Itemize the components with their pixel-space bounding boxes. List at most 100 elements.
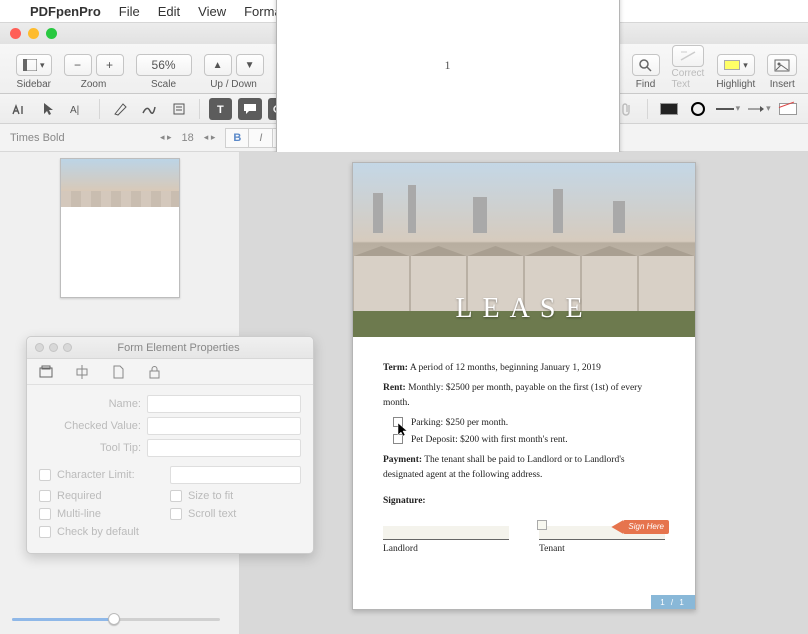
- sign-here-arrow-icon: [611, 520, 623, 534]
- parking-text: Parking: $250 per month.: [411, 416, 508, 430]
- sidebar-label: Sidebar: [17, 79, 51, 90]
- rent-label: Rent:: [383, 383, 406, 393]
- svg-text:T: T: [217, 104, 224, 115]
- panel-charlimit-input[interactable]: [170, 466, 301, 484]
- stroke-style[interactable]: ▾: [716, 98, 741, 120]
- scribble-icon: [142, 103, 156, 115]
- properties-tab-icon: [39, 365, 53, 379]
- panel-name-label: Name:: [39, 398, 147, 410]
- panel-sizetofit-label: Size to fit: [188, 490, 233, 502]
- tenant-label: Tenant: [539, 542, 665, 556]
- app-menu[interactable]: PDFpenPro: [30, 4, 101, 19]
- panel-close-button[interactable]: [35, 343, 44, 352]
- updown-label: Up / Down: [210, 79, 257, 90]
- panel-tab-lock[interactable]: [145, 363, 163, 381]
- edit-tool[interactable]: [8, 98, 31, 120]
- menu-view[interactable]: View: [198, 4, 226, 19]
- panel-checked-input[interactable]: [147, 417, 301, 435]
- paperclip-icon: [621, 102, 632, 116]
- panel-required-label: Required: [57, 490, 102, 502]
- pet-text: Pet Deposit: $200 with first month's ren…: [411, 433, 568, 447]
- fill-swatch-icon: [779, 103, 797, 115]
- find-button[interactable]: [632, 54, 660, 76]
- select-tool[interactable]: [37, 98, 60, 120]
- highlight-color-button[interactable]: ▾: [717, 54, 755, 76]
- page-number-badge: 1 / 1: [651, 595, 695, 609]
- panel-tab-document[interactable]: [109, 363, 127, 381]
- panel-checkbydefault-label: Check by default: [57, 526, 139, 538]
- stroke-width[interactable]: [686, 98, 709, 120]
- rent-text: Monthly: $2500 per month, payable on the…: [383, 383, 642, 407]
- panel-checked-label: Checked Value:: [39, 420, 147, 432]
- lock-tab-icon: [149, 365, 160, 379]
- panel-name-input[interactable]: [147, 395, 301, 413]
- search-icon: [639, 59, 652, 72]
- zoom-out-button[interactable]: −: [64, 54, 92, 76]
- header-image: LEASE: [353, 163, 695, 337]
- panel-charlimit-checkbox[interactable]: [39, 469, 51, 481]
- term-text: A period of 12 months, beginning January…: [408, 363, 601, 373]
- panel-checkbydefault-checkbox[interactable]: [39, 526, 51, 538]
- line-ending[interactable]: ▾: [746, 98, 771, 120]
- panel-title: Form Element Properties: [52, 342, 305, 354]
- menu-edit[interactable]: Edit: [158, 4, 180, 19]
- lease-heading: LEASE: [353, 293, 695, 325]
- landlord-signature-field[interactable]: [383, 526, 509, 540]
- correct-text-label: Correct Text: [672, 68, 705, 90]
- correct-text-button[interactable]: [672, 45, 704, 67]
- stroke-swatch-icon: [660, 103, 678, 115]
- main-toolbar: ▾ Sidebar − + Zoom 56% Scale ▲ ▼ Up / Do…: [0, 44, 808, 94]
- thumbnail-zoom-slider[interactable]: [12, 612, 220, 626]
- highlight-swatch-icon: [724, 60, 740, 70]
- panel-sizetofit-checkbox[interactable]: [170, 490, 182, 502]
- alignment-tab-icon: [75, 365, 89, 379]
- bold-button[interactable]: B: [225, 128, 249, 148]
- form-element-properties-panel: Form Element Properties Name: Checked Va…: [26, 336, 314, 554]
- payment-label: Payment:: [383, 455, 422, 465]
- italic-button[interactable]: I: [249, 128, 273, 148]
- page-up-button[interactable]: ▲: [204, 54, 232, 76]
- scale-field[interactable]: 56%: [136, 54, 192, 76]
- panel-required-checkbox[interactable]: [39, 490, 51, 502]
- line-end-icon: [746, 104, 764, 114]
- panel-scrolltext-label: Scroll text: [188, 508, 236, 520]
- fill-color[interactable]: [777, 98, 800, 120]
- panel-scrolltext-checkbox[interactable]: [170, 508, 182, 520]
- font-size-field[interactable]: 18: [182, 132, 194, 144]
- text-select-icon: A|: [70, 103, 86, 115]
- sign-here-label: Sign Here: [623, 520, 669, 534]
- highlighter-icon: [113, 102, 127, 116]
- comment-icon: [243, 103, 257, 115]
- insert-button[interactable]: [767, 54, 797, 76]
- page-down-button[interactable]: ▼: [236, 54, 264, 76]
- zoom-label: Zoom: [81, 79, 107, 90]
- term-label: Term:: [383, 363, 408, 373]
- landlord-label: Landlord: [383, 542, 509, 556]
- stroke-color[interactable]: [657, 98, 680, 120]
- sidebar-icon: [23, 59, 37, 71]
- tenant-signature-form-field[interactable]: [537, 520, 547, 530]
- font-name-field[interactable]: Times Bold: [10, 132, 150, 144]
- panel-tab-properties[interactable]: [37, 363, 55, 381]
- close-window-button[interactable]: [10, 28, 21, 39]
- panel-multiline-checkbox[interactable]: [39, 508, 51, 520]
- panel-tooltip-label: Tool Tip:: [39, 442, 147, 454]
- menu-file[interactable]: File: [119, 4, 140, 19]
- page-thumbnail-1[interactable]: [60, 158, 180, 298]
- freeform-tool[interactable]: [138, 98, 161, 120]
- highlight-tool[interactable]: [109, 98, 132, 120]
- select-text-tool[interactable]: A|: [66, 98, 89, 120]
- text-box-tool[interactable]: T: [209, 98, 232, 120]
- panel-charlimit-label: Character Limit:: [57, 469, 135, 481]
- zoom-in-button[interactable]: +: [96, 54, 124, 76]
- highlight-label: Highlight: [716, 79, 755, 90]
- document-canvas[interactable]: LEASE Term: A period of 12 months, begin…: [240, 152, 808, 634]
- correct-text-icon: [679, 50, 697, 62]
- textbox-icon: T: [214, 103, 228, 115]
- comment-tool[interactable]: [238, 98, 261, 120]
- sidebar-toggle-button[interactable]: ▾: [16, 54, 52, 76]
- scale-label: Scale: [151, 79, 176, 90]
- panel-tooltip-input[interactable]: [147, 439, 301, 457]
- note-tool[interactable]: [167, 98, 190, 120]
- panel-tab-alignment[interactable]: [73, 363, 91, 381]
